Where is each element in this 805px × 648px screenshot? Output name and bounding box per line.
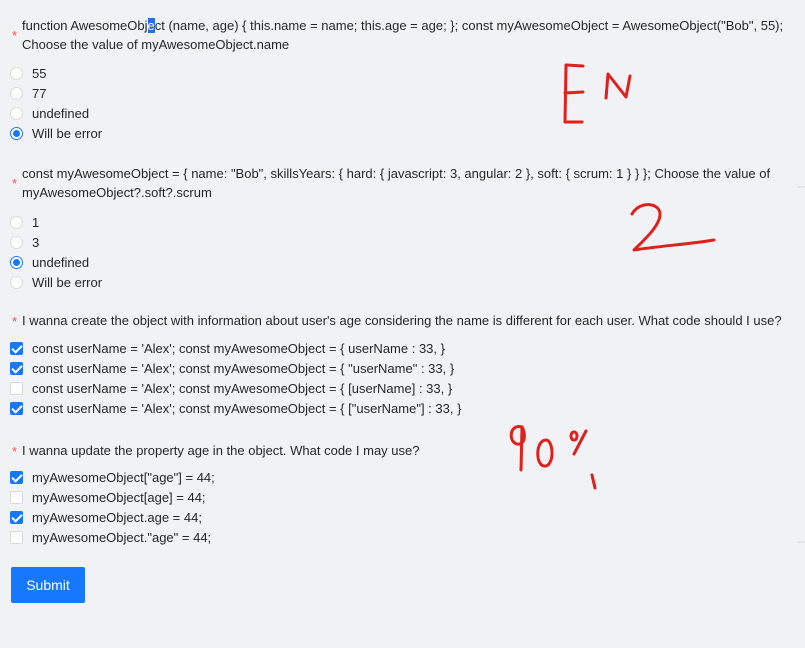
handwritten-annotations — [509, 63, 716, 490]
annotation-2 — [630, 203, 716, 252]
annotation-90-percent — [509, 425, 597, 490]
annotation-en — [563, 63, 632, 124]
